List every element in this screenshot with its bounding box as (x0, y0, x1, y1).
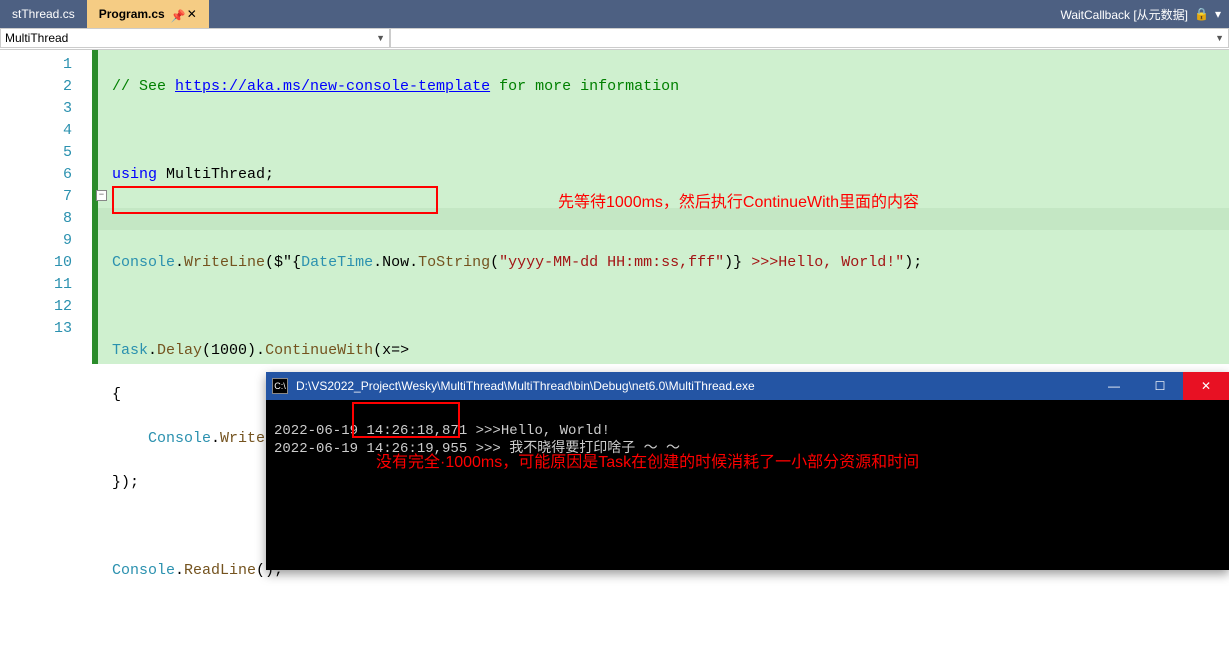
tab-label: Program.cs (99, 7, 165, 21)
line-number: 11 (0, 274, 72, 296)
code-line: Console.WriteLine($"{DateTime.Now.ToStri… (112, 252, 1229, 274)
tab-program[interactable]: Program.cs 📌 ✕ (87, 0, 209, 28)
dropdown-value: MultiThread (5, 31, 68, 45)
fold-toggle[interactable]: − (96, 190, 107, 201)
maximize-button[interactable]: ☐ (1137, 372, 1183, 400)
line-number: 10 (0, 252, 72, 274)
code-line (112, 296, 1229, 318)
code-editor[interactable]: 1 2 3 4 5 6 7 8 9 10 11 12 13 − // See h… (0, 50, 1229, 364)
minimize-button[interactable]: — (1091, 372, 1137, 400)
console-titlebar[interactable]: C:\ D:\VS2022_Project\Wesky\MultiThread\… (266, 372, 1229, 400)
code-area[interactable]: − // See https://aka.ms/new-console-temp… (92, 50, 1229, 364)
chevron-down-icon: ▼ (1215, 33, 1224, 43)
code-line (112, 120, 1229, 142)
line-number: 3 (0, 98, 72, 120)
console-icon: C:\ (272, 378, 288, 394)
line-number: 4 (0, 120, 72, 142)
line-number: 7 (0, 186, 72, 208)
line-number: 5 (0, 142, 72, 164)
navigation-bar: MultiThread ▼ ▼ (0, 28, 1229, 50)
line-number: 9 (0, 230, 72, 252)
code-line: using MultiThread; (112, 164, 1229, 186)
console-output[interactable]: 2022-06-19 14:26:18,871 >>>Hello, World!… (266, 400, 1229, 516)
window-buttons: — ☐ ✕ (1091, 372, 1229, 400)
lock-icon: 🔒 (1194, 7, 1209, 21)
line-number: 2 (0, 76, 72, 98)
member-dropdown[interactable]: ▼ (390, 28, 1229, 48)
console-window: C:\ D:\VS2022_Project\Wesky\MultiThread\… (266, 372, 1229, 570)
doc-link[interactable]: https://aka.ms/new-console-template (175, 78, 490, 95)
caret-down-icon[interactable]: ▾ (1215, 7, 1221, 21)
tab-bar: stThread.cs Program.cs 📌 ✕ WaitCallback … (0, 0, 1229, 28)
context-text: WaitCallback [从元数据] (1060, 6, 1188, 23)
tab-stthread[interactable]: stThread.cs (0, 0, 87, 28)
close-icon[interactable]: ✕ (187, 7, 197, 21)
line-number: 12 (0, 296, 72, 318)
annotation-text-1: 先等待1000ms，然后执行ContinueWith里面的内容 (558, 188, 919, 212)
console-line: 2022-06-19 14:26:18,871 >>>Hello, World! (274, 423, 610, 439)
pin-icon[interactable]: 📌 (171, 9, 181, 19)
line-number: 8 (0, 208, 72, 230)
code-line: Task.Delay(1000).ContinueWith(x=> (112, 340, 1229, 362)
line-number: 6 (0, 164, 72, 186)
scope-dropdown[interactable]: MultiThread ▼ (0, 28, 390, 48)
line-gutter: 1 2 3 4 5 6 7 8 9 10 11 12 13 (0, 50, 92, 364)
chevron-down-icon: ▼ (376, 33, 385, 43)
line-number: 1 (0, 54, 72, 76)
code-line (112, 604, 1229, 626)
annotation-text-2: 没有完全·1000ms，可能原因是Task在创建的时候消耗了一小部分资源和时间 (376, 454, 919, 472)
line-number: 13 (0, 318, 72, 340)
tab-label: stThread.cs (12, 7, 75, 21)
console-title: D:\VS2022_Project\Wesky\MultiThread\Mult… (296, 379, 755, 393)
code-line: // See https://aka.ms/new-console-templa… (112, 76, 1229, 98)
close-button[interactable]: ✕ (1183, 372, 1229, 400)
right-context-label: WaitCallback [从元数据] 🔒 ▾ (1060, 6, 1221, 23)
